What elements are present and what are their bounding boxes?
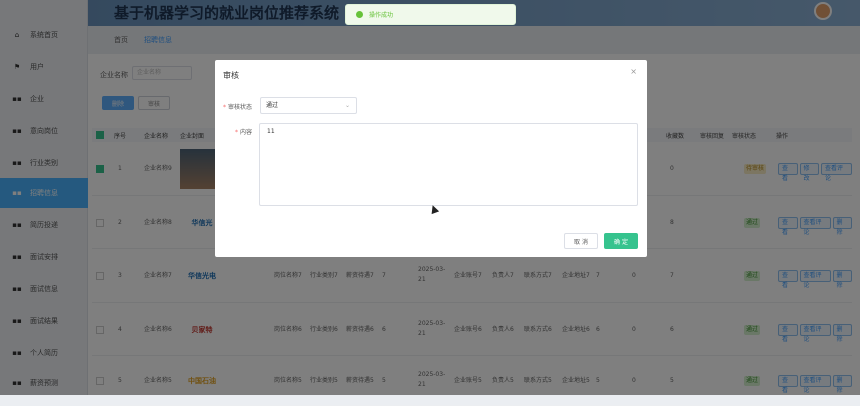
toast-message: 操作成功 [369,12,394,19]
content-label: * 内容 [235,129,253,136]
content-label-text: 内容 [240,129,253,136]
confirm-button[interactable]: 确 定 [604,233,638,249]
success-icon [356,11,363,18]
audit-dialog: 审核 × * 审核状态 通过 ⌄ * 内容 11 取 消 确 定 [215,60,647,257]
content-textarea[interactable]: 11 [259,123,638,206]
status-label: * 审核状态 [223,104,253,111]
cancel-button[interactable]: 取 消 [564,233,598,249]
status-label-text: 审核状态 [228,104,253,111]
close-icon[interactable]: × [630,67,637,76]
success-toast: 操作成功 [345,4,516,25]
chevron-down-icon: ⌄ [344,102,350,109]
status-select-value: 通过 [266,102,279,109]
dialog-title: 审核 [223,71,239,80]
status-select[interactable]: 通过 ⌄ [260,97,357,114]
